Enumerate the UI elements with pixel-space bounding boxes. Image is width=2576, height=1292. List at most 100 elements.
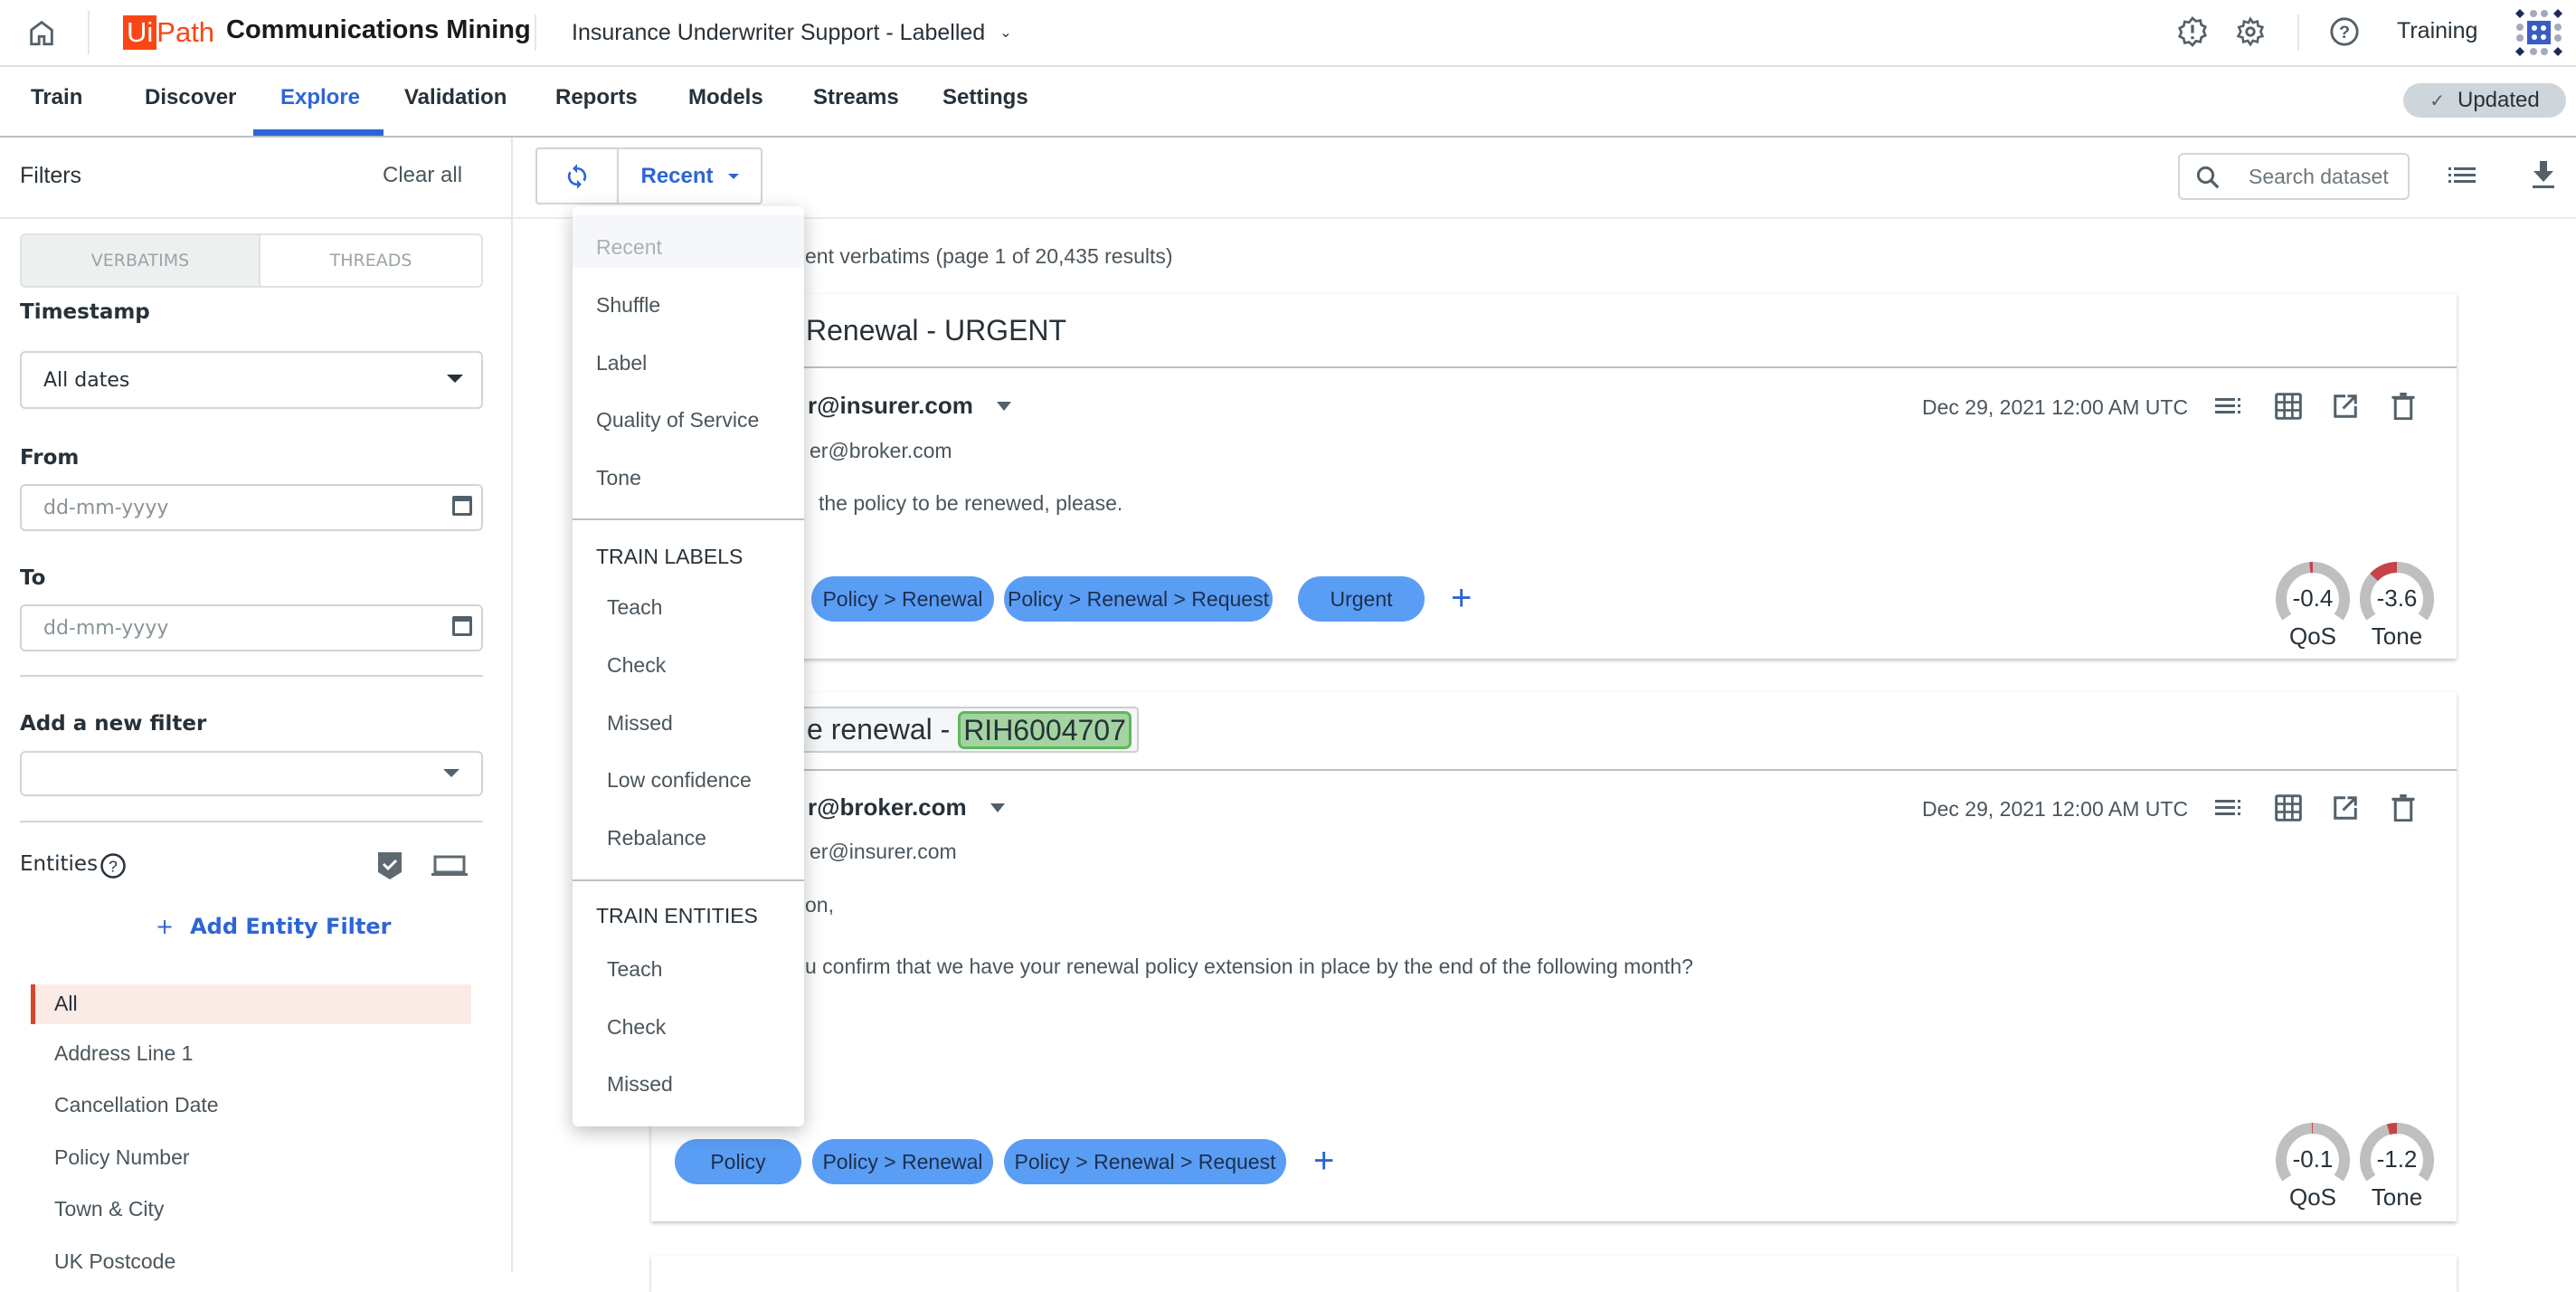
- home-icon[interactable]: [24, 14, 60, 51]
- verbatim-card: Renewal - URGENT r@insurer.com Dec 29, 2…: [651, 294, 2457, 659]
- thread-icon[interactable]: [2212, 390, 2245, 423]
- entity-highlight[interactable]: RIH6004707: [958, 711, 1132, 749]
- avatar[interactable]: [2515, 9, 2562, 56]
- qos-value: -0.1: [2275, 1145, 2351, 1173]
- help-icon[interactable]: ?: [98, 850, 128, 881]
- laptop-icon[interactable]: [431, 850, 469, 881]
- menu-item[interactable]: Recent: [596, 235, 662, 260]
- label-pill[interactable]: Policy > Renewal > Request: [1004, 1139, 1286, 1184]
- caret-down-icon: [447, 375, 463, 383]
- sort-button-group: Recent: [535, 147, 762, 204]
- user-name[interactable]: Training: [2397, 18, 2477, 44]
- help-icon[interactable]: ?: [2326, 14, 2363, 50]
- entity-item[interactable]: All: [54, 992, 78, 1016]
- sender[interactable]: r@broker.com: [808, 793, 1005, 822]
- add-label-button[interactable]: +: [1313, 1143, 1334, 1179]
- label-pill[interactable]: Policy > Renewal > Request: [1004, 576, 1273, 622]
- add-entity-filter-button[interactable]: +Add Entity Filter: [156, 914, 391, 939]
- tab-explore[interactable]: Explore: [280, 85, 360, 110]
- grid-icon[interactable]: [2272, 792, 2305, 824]
- tone-gauge-value-arc: [2389, 1128, 2397, 1129]
- tab-reports[interactable]: Reports: [555, 85, 638, 110]
- tab-discover[interactable]: Discover: [145, 85, 236, 110]
- caret-down-icon: [443, 769, 459, 777]
- menu-item[interactable]: Teach: [607, 595, 662, 620]
- verbatim-card: [651, 1256, 2457, 1292]
- active-tab-indicator: [253, 129, 384, 136]
- label-pill[interactable]: Urgent: [1298, 576, 1425, 622]
- verbatims-threads-toggle[interactable]: VERBATIMS THREADS: [20, 233, 483, 288]
- tab-validation[interactable]: Validation: [404, 85, 507, 110]
- add-filter-select[interactable]: [20, 751, 483, 796]
- entity-item[interactable]: Address Line 1: [54, 1041, 193, 1066]
- trash-icon[interactable]: [2387, 792, 2420, 824]
- entity-item[interactable]: UK Postcode: [54, 1249, 175, 1274]
- sender[interactable]: r@insurer.com: [808, 392, 1011, 420]
- entity-item-all[interactable]: [31, 984, 471, 1024]
- body-line: the policy to be renewed, please.: [819, 491, 1122, 516]
- label-pill[interactable]: Policy: [675, 1139, 801, 1184]
- timestamp-select[interactable]: All dates: [20, 351, 483, 409]
- trash-icon[interactable]: [2387, 390, 2420, 423]
- caret-down-icon: [997, 402, 1011, 411]
- from-date-input[interactable]: dd-mm-yyyy: [20, 484, 483, 531]
- menu-item[interactable]: Rebalance: [607, 826, 706, 850]
- calendar-icon[interactable]: [452, 496, 472, 516]
- recipient: er@broker.com: [810, 439, 952, 463]
- tab-streams[interactable]: Streams: [813, 85, 899, 110]
- menu-item[interactable]: Label: [596, 351, 647, 375]
- entity-item[interactable]: Cancellation Date: [54, 1093, 219, 1117]
- open-external-icon[interactable]: [2329, 792, 2362, 824]
- shield-check-icon[interactable]: [374, 849, 405, 883]
- sort-value: Recent: [640, 164, 713, 189]
- product-name: Communications Mining: [226, 15, 531, 45]
- label-pill[interactable]: Policy > Renewal: [812, 1139, 993, 1184]
- label-pill[interactable]: Policy > Renewal: [811, 576, 994, 622]
- open-external-icon[interactable]: [2329, 390, 2362, 423]
- menu-item[interactable]: Low confidence: [607, 768, 752, 793]
- verbatim-card: e renewal - RIH6004707 r@broker.com Dec …: [651, 692, 2457, 1221]
- entities-label: Entities: [20, 852, 98, 876]
- entity-item[interactable]: Town & City: [54, 1197, 164, 1221]
- add-entity-filter-label: Add Entity Filter: [190, 914, 391, 939]
- tab-models[interactable]: Models: [688, 85, 763, 110]
- list-view-icon[interactable]: [2446, 159, 2478, 192]
- menu-item[interactable]: Check: [607, 1015, 666, 1040]
- gear-icon[interactable]: [2232, 14, 2268, 50]
- tab-train[interactable]: Train: [31, 85, 82, 110]
- toggle-verbatims[interactable]: VERBATIMS: [22, 235, 260, 286]
- menu-item[interactable]: Tone: [596, 466, 641, 490]
- qos-label: QoS: [2275, 622, 2351, 651]
- menu-item[interactable]: Shuffle: [596, 293, 660, 318]
- to-placeholder: dd-mm-yyyy: [43, 617, 168, 640]
- download-icon[interactable]: [2527, 157, 2560, 194]
- to-date-input[interactable]: dd-mm-yyyy: [20, 604, 483, 651]
- tab-settings[interactable]: Settings: [942, 85, 1028, 110]
- status-text: Updated: [2458, 88, 2540, 113]
- qos-gauge: -0.4QoS: [2275, 561, 2351, 660]
- menu-item[interactable]: Quality of Service: [596, 408, 759, 432]
- menu-item[interactable]: Missed: [607, 1072, 673, 1097]
- dataset-selector[interactable]: Insurance Underwriter Support - Labelled…: [572, 20, 1012, 47]
- from-placeholder: dd-mm-yyyy: [43, 497, 168, 519]
- sort-dropdown[interactable]: Recent: [619, 149, 761, 203]
- toggle-threads[interactable]: THREADS: [260, 235, 481, 286]
- refresh-icon: [564, 161, 591, 192]
- search-input[interactable]: Search dataset: [2178, 153, 2410, 200]
- menu-item[interactable]: Check: [607, 653, 666, 678]
- tone-label: Tone: [2359, 1183, 2435, 1211]
- grid-icon[interactable]: [2272, 390, 2305, 423]
- menu-item[interactable]: Teach: [607, 957, 662, 982]
- tone-gauge: -1.2Tone: [2359, 1122, 2435, 1221]
- thread-icon[interactable]: [2212, 792, 2245, 824]
- menu-item[interactable]: Missed: [607, 711, 673, 736]
- search-placeholder: Search dataset: [2249, 165, 2389, 189]
- clear-all-button[interactable]: Clear all: [383, 163, 462, 188]
- tone-gauge-value-arc: [2373, 567, 2397, 577]
- timestamp-value: All dates: [43, 369, 129, 392]
- entity-item[interactable]: Policy Number: [54, 1145, 190, 1170]
- add-label-button[interactable]: +: [1451, 580, 1472, 616]
- calendar-icon[interactable]: [452, 616, 472, 636]
- alert-icon[interactable]: [2174, 14, 2211, 50]
- refresh-button[interactable]: [537, 149, 619, 203]
